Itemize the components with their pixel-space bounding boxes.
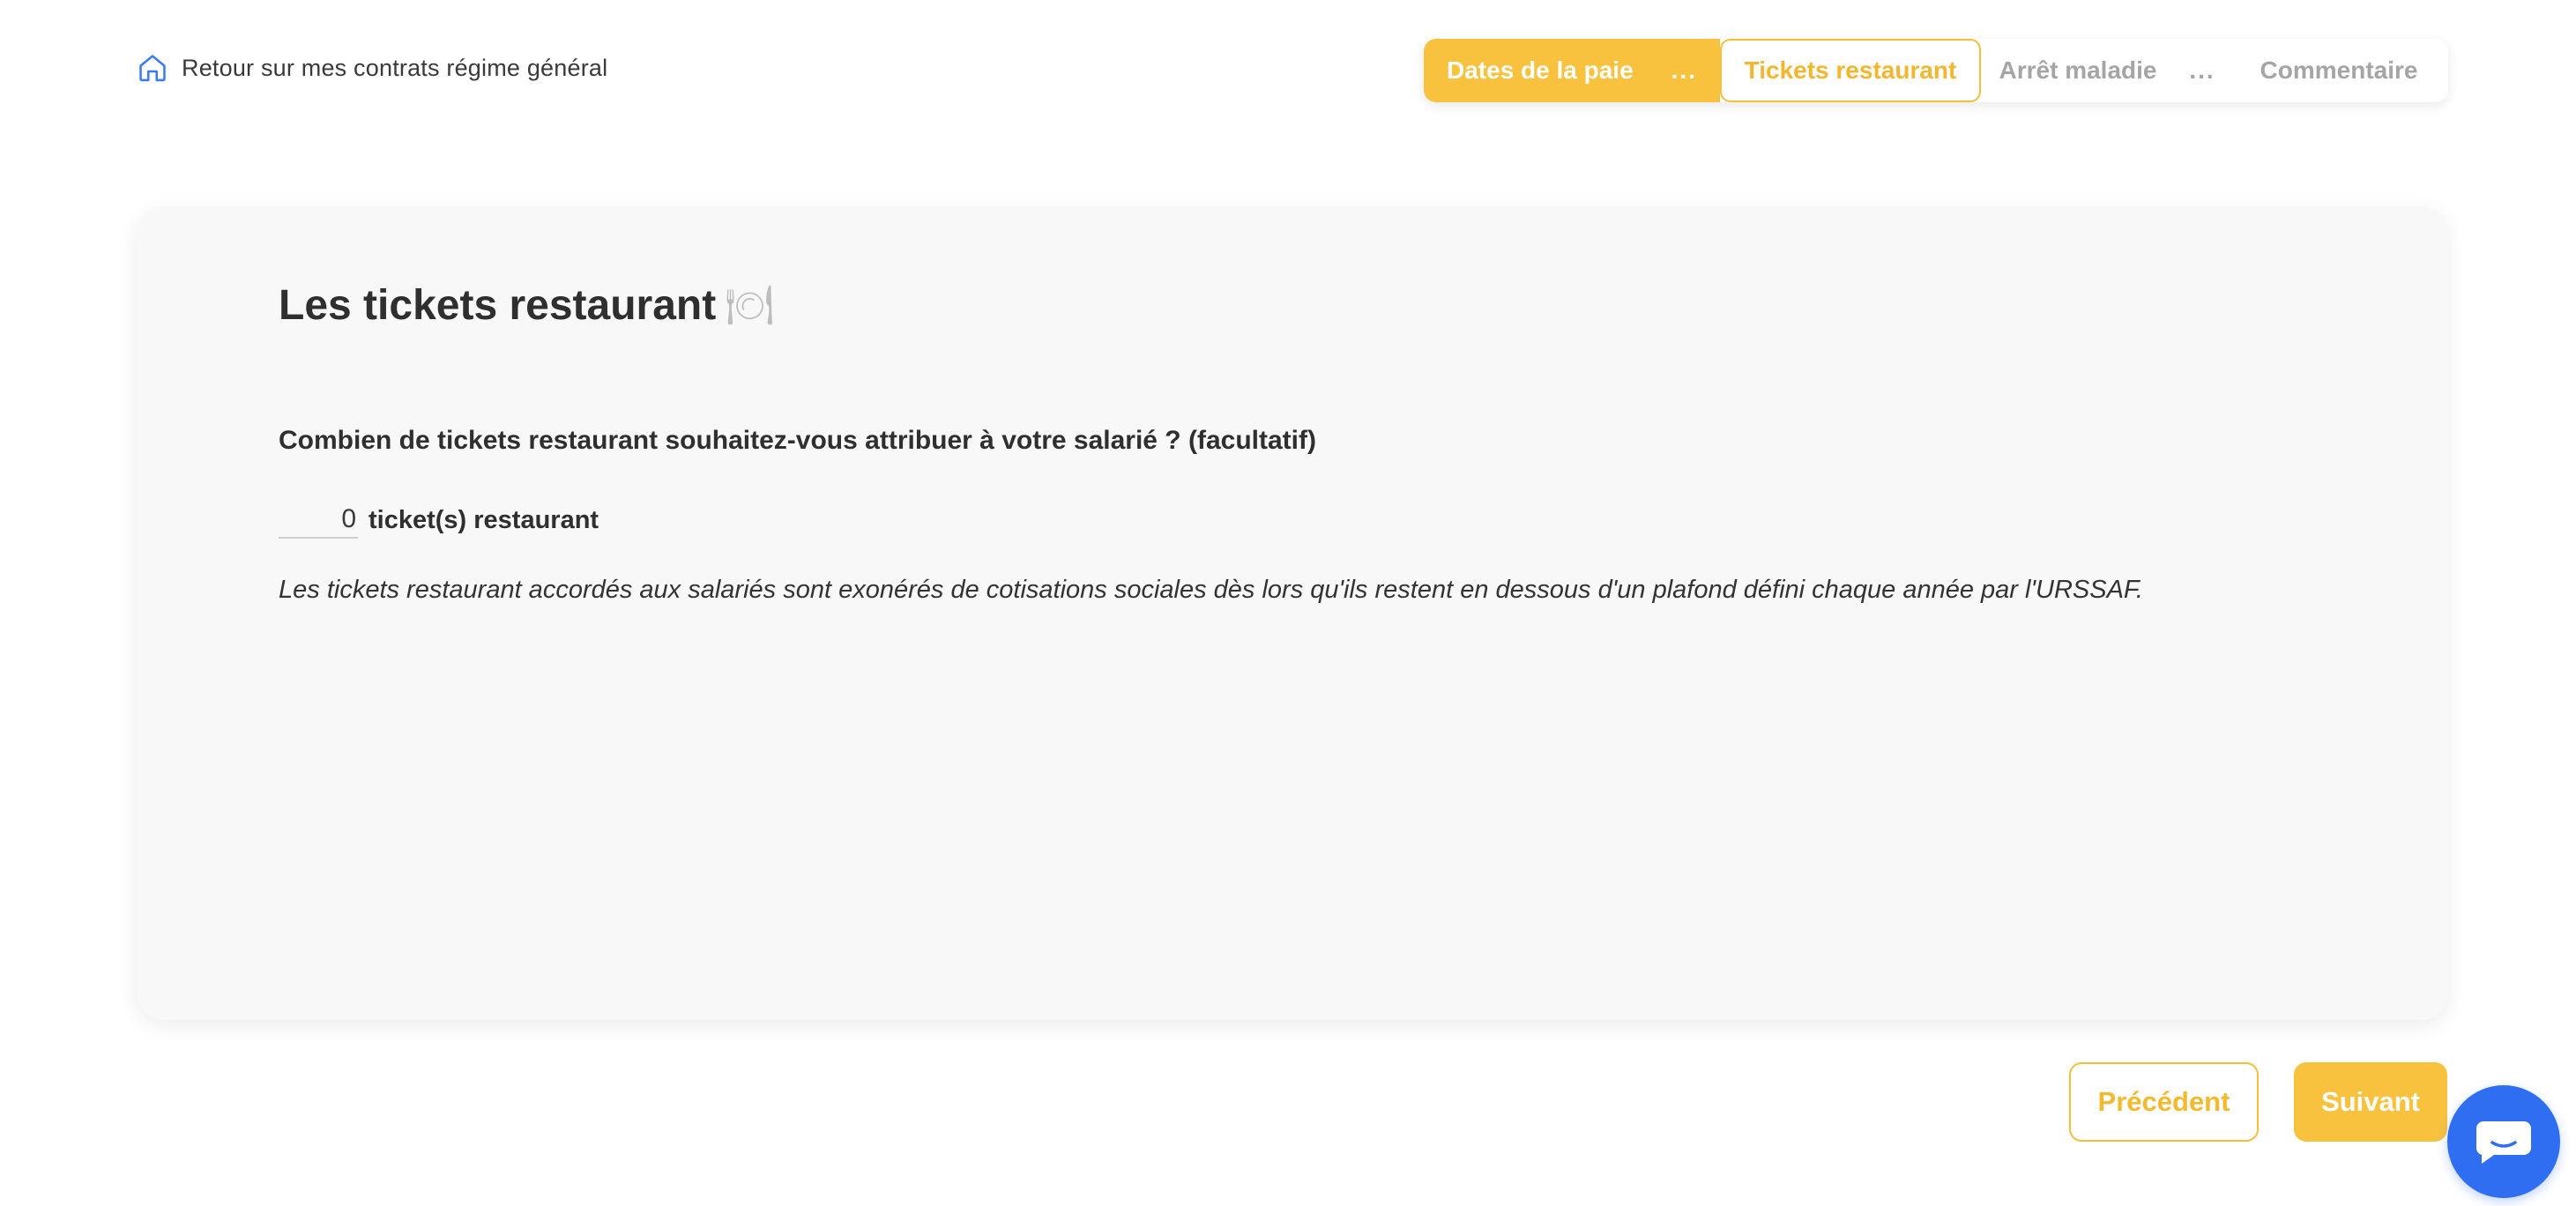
next-button[interactable]: Suivant <box>2294 1062 2447 1142</box>
step-label: Dates de la paie <box>1447 56 1634 84</box>
tickets-quantity-row: ticket(s) restaurant <box>279 502 599 539</box>
home-icon <box>139 55 166 82</box>
chat-bubble-icon <box>2475 1121 2531 1164</box>
step-ellipsis-hidden[interactable]: ... <box>2175 39 2230 102</box>
tickets-quantity-unit: ticket(s) restaurant <box>369 505 599 534</box>
back-to-contracts-link[interactable]: Retour sur mes contrats régime général <box>136 51 607 85</box>
page: Retour sur mes contrats régime général D… <box>0 0 2576 1206</box>
previous-button[interactable]: Précédent <box>2069 1062 2259 1142</box>
step-commentaire[interactable]: Commentaire <box>2230 39 2448 102</box>
tickets-quantity-input[interactable] <box>279 502 358 539</box>
plate-cutlery-icon: 🍽 <box>725 282 775 328</box>
urssaf-exemption-note: Les tickets restaurant accordés aux sala… <box>279 576 2143 604</box>
chat-widget-button[interactable] <box>2447 1085 2560 1198</box>
page-title-text: Les tickets restaurant <box>279 282 717 329</box>
step-label: Tickets restaurant <box>1744 56 1957 84</box>
step-ellipsis: ... <box>1671 56 1697 84</box>
step-arret-maladie[interactable]: Arrêt maladie <box>1981 39 2175 102</box>
step-dates-de-la-paie[interactable]: Dates de la paie ... <box>1424 39 1720 102</box>
step-tickets-restaurant[interactable]: Tickets restaurant <box>1720 39 1981 102</box>
tickets-restaurant-card: Les tickets restaurant 🍽 Combien de tick… <box>137 207 2448 1020</box>
step-label: Arrêt maladie <box>1999 56 2157 84</box>
page-title: Les tickets restaurant 🍽 <box>279 281 774 330</box>
back-link-label: Retour sur mes contrats régime général <box>182 54 608 81</box>
step-ellipsis: ... <box>2189 56 2215 84</box>
step-label: Commentaire <box>2260 56 2418 84</box>
tickets-question: Combien de tickets restaurant souhaitez-… <box>279 426 1316 455</box>
progress-stepper: Dates de la paie ... Tickets restaurant … <box>1424 39 2448 102</box>
